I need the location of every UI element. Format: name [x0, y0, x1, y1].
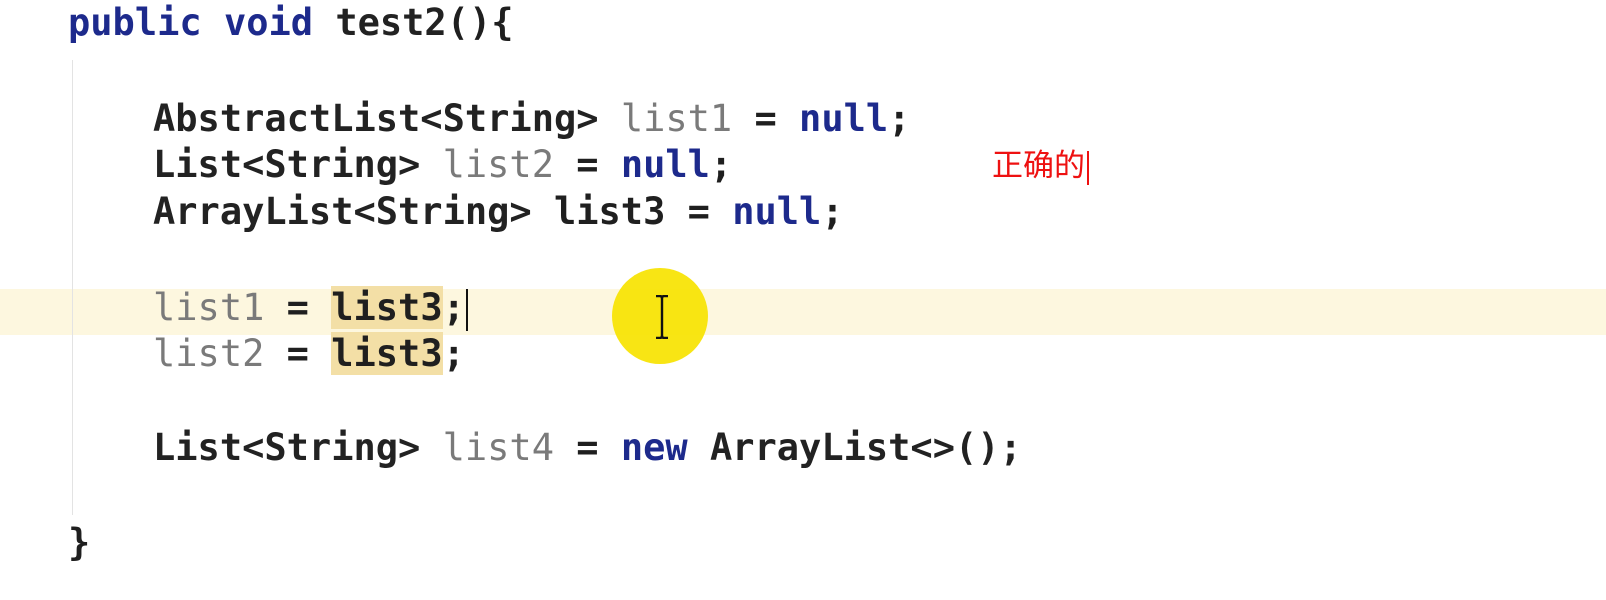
indent-guide	[72, 60, 73, 515]
variable-list3-usage: list3	[331, 332, 443, 375]
type-list: List<String>	[153, 426, 421, 469]
keyword-void: void	[223, 1, 314, 44]
variable-list3-usage: list3	[331, 286, 443, 329]
keyword-null: null	[732, 190, 822, 233]
text-caret	[465, 288, 468, 331]
type-arraylist: ArrayList<String>	[153, 190, 532, 233]
annotation-text: 正确的	[992, 148, 1085, 184]
assign-operator: =	[286, 286, 309, 329]
semicolon: ;	[442, 286, 465, 329]
method-parens-brace: (){	[446, 1, 514, 44]
variable-list1: list1	[620, 97, 733, 140]
code-line-list2-assignment[interactable]: list2 = list3;	[153, 331, 465, 377]
code-line-list4-declaration[interactable]: List<String> list4 = new ArrayList<>();	[153, 425, 1022, 471]
code-line-list3-declaration[interactable]: ArrayList<String> list3 = null;	[153, 189, 844, 235]
constructor-call: ArrayList<>();	[709, 426, 1022, 469]
keyword-null: null	[620, 143, 710, 186]
assign-operator: =	[687, 190, 710, 233]
keyword-null: null	[799, 97, 889, 140]
variable-list1: list1	[153, 286, 265, 329]
keyword-new: new	[620, 426, 688, 469]
semicolon: ;	[888, 97, 911, 140]
variable-list4: list4	[442, 426, 554, 469]
semicolon: ;	[709, 143, 733, 186]
annotation-caret	[1087, 150, 1089, 185]
method-name: test2	[335, 1, 447, 44]
assign-operator: =	[754, 97, 777, 140]
assign-operator: =	[576, 426, 599, 469]
ibeam-cursor-icon	[656, 295, 668, 339]
code-line-list2-declaration[interactable]: List<String> list2 = null;	[153, 142, 732, 188]
type-list: List<String>	[153, 143, 421, 186]
semicolon: ;	[442, 332, 465, 375]
code-editor[interactable]: public void test2(){ AbstractList<String…	[0, 0, 1606, 600]
assign-operator: =	[286, 332, 309, 375]
variable-list2: list2	[442, 143, 554, 186]
code-line-method-signature[interactable]: public void test2(){	[68, 0, 514, 46]
closing-brace: }	[68, 521, 91, 564]
code-line-list1-assignment[interactable]: list1 = list3;	[153, 285, 468, 331]
annotation-note: 正确的	[992, 146, 1089, 186]
keyword-public: public	[68, 1, 202, 44]
variable-list2: list2	[153, 332, 265, 375]
variable-list3: list3	[553, 190, 666, 233]
semicolon: ;	[821, 190, 844, 233]
code-line-closing-brace[interactable]: }	[68, 520, 90, 566]
code-line-list1-declaration[interactable]: AbstractList<String> list1 = null;	[153, 96, 910, 142]
assign-operator: =	[576, 143, 599, 186]
type-abstractlist: AbstractList<String>	[153, 97, 599, 140]
